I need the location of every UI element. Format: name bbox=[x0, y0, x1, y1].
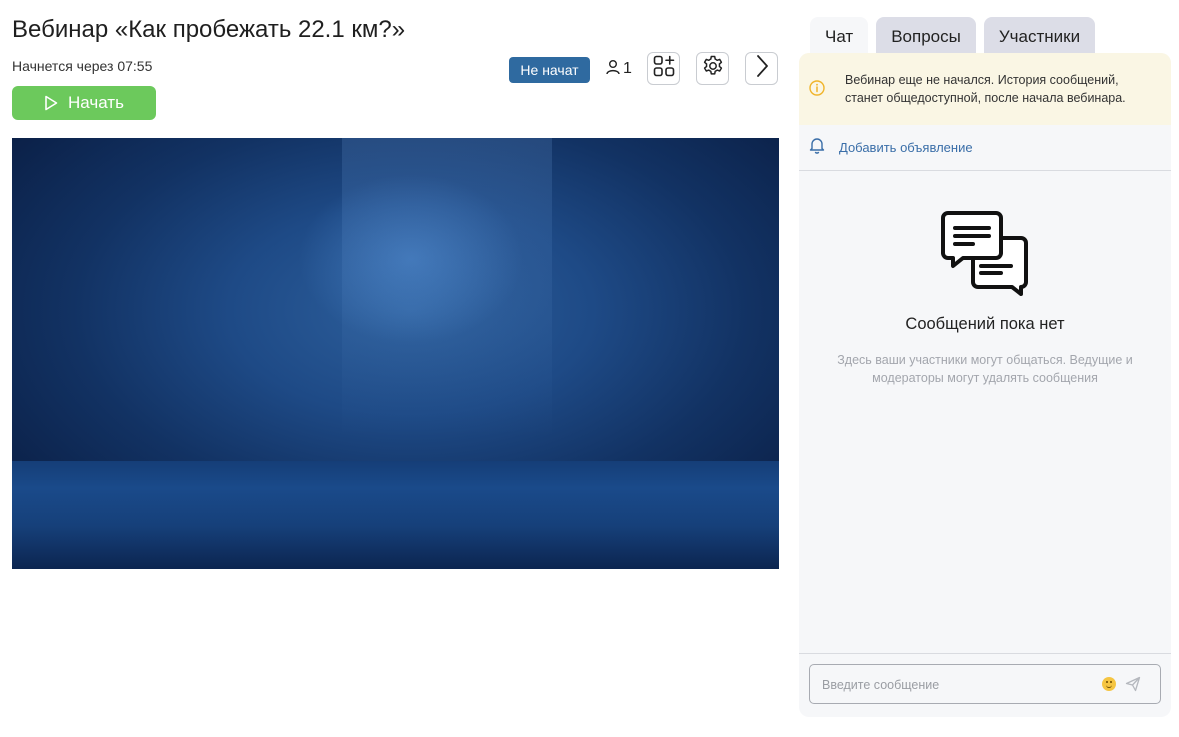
empty-chat-title: Сообщений пока нет bbox=[905, 315, 1065, 333]
settings-button[interactable] bbox=[696, 52, 729, 85]
bell-icon bbox=[809, 136, 825, 159]
info-icon bbox=[809, 80, 825, 101]
add-widget-button[interactable] bbox=[647, 52, 680, 85]
chat-notice: Вебинар еще не начался. История сообщени… bbox=[799, 53, 1171, 125]
start-button[interactable]: Начать bbox=[12, 86, 156, 120]
start-button-label: Начать bbox=[68, 93, 124, 112]
message-composer bbox=[809, 664, 1161, 705]
add-announcement-label: Добавить объявление bbox=[839, 140, 973, 155]
notice-text: Вебинар еще не начался. История сообщени… bbox=[845, 73, 1126, 105]
chevron-right-icon bbox=[755, 54, 769, 83]
countdown-text: Начнется через 07:55 bbox=[12, 58, 153, 74]
play-icon bbox=[44, 95, 58, 111]
composer-divider bbox=[799, 653, 1171, 654]
gear-icon bbox=[701, 54, 725, 83]
participants-counter[interactable]: 1 bbox=[606, 58, 632, 80]
emoji-icon[interactable] bbox=[1102, 677, 1116, 691]
sidebar-tabs: Чат Вопросы Участники bbox=[810, 17, 1096, 57]
send-icon[interactable] bbox=[1125, 676, 1141, 697]
participants-count: 1 bbox=[623, 60, 632, 77]
chat-panel: Вебинар еще не начался. История сообщени… bbox=[799, 53, 1171, 717]
tab-participants[interactable]: Участники bbox=[983, 17, 1096, 57]
apps-add-icon bbox=[653, 55, 675, 82]
empty-chat-description: Здесь ваши участники могут общаться. Вед… bbox=[837, 353, 1133, 385]
video-area[interactable] bbox=[12, 138, 779, 569]
user-icon bbox=[606, 59, 620, 80]
spotlight-beam bbox=[342, 138, 552, 438]
next-button[interactable] bbox=[745, 52, 778, 85]
add-announcement-link[interactable]: Добавить объявление bbox=[799, 125, 1171, 171]
stage-floor bbox=[12, 461, 779, 569]
tab-chat[interactable]: Чат bbox=[810, 17, 869, 57]
chat-bubbles-icon bbox=[941, 210, 1029, 301]
status-badge: Не начат bbox=[509, 57, 590, 83]
page-title: Вебинар «Как пробежать 22.1 км?» bbox=[12, 16, 406, 43]
tab-questions[interactable]: Вопросы bbox=[876, 17, 976, 57]
message-input[interactable] bbox=[820, 665, 1094, 705]
